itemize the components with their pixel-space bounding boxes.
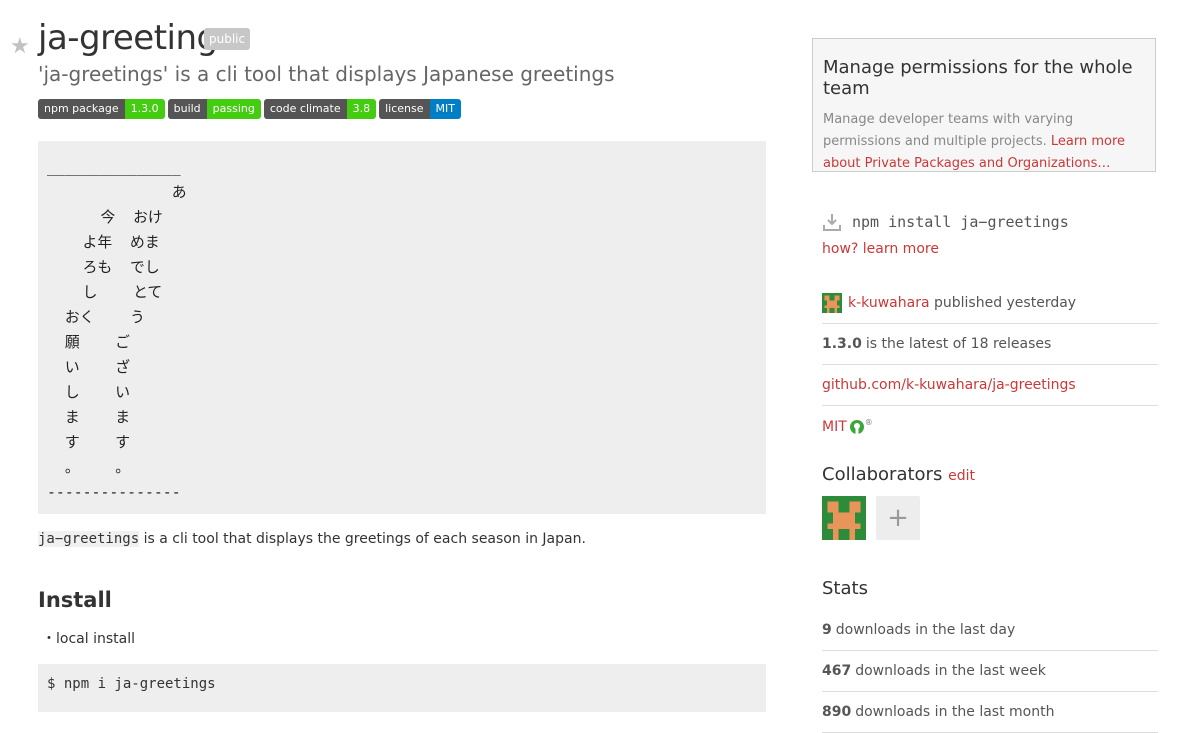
download-icon — [823, 214, 841, 231]
readme-summary: ja−greetings is a cli tool that displays… — [38, 531, 586, 547]
summary-text: is a cli tool that displays the greeting… — [139, 531, 586, 547]
badge-value: 1.3.0 — [124, 99, 165, 119]
install-command-text[interactable]: npm install ja−greetings — [852, 213, 1069, 231]
badge-value: passing — [206, 99, 261, 119]
downloads-label: downloads in the last week — [855, 663, 1046, 679]
add-collaborator-button[interactable]: + — [876, 496, 920, 540]
star-icon[interactable]: ★ — [10, 34, 30, 59]
summary-code: ja−greetings — [38, 531, 140, 547]
publisher-link[interactable]: k-kuwahara — [848, 295, 930, 311]
downloads-day-row: 9 downloads in the last day — [822, 610, 1158, 651]
license-link[interactable]: MIT — [822, 419, 847, 435]
registered-mark: ® — [864, 418, 873, 427]
downloads-month-row: 890 downloads in the last month — [822, 692, 1158, 733]
promo-box: Manage permissions for the whole team Ma… — [812, 38, 1156, 172]
badge-row: npm package 1.3.0 build passing code clima… — [38, 99, 461, 119]
install-command-row: npm install ja−greetings — [822, 212, 1069, 232]
how-learn-more-link[interactable]: how? learn more — [822, 241, 939, 257]
promo-text: Manage developer teams with varying perm… — [823, 109, 1145, 175]
collaborator-avatar[interactable] — [822, 496, 866, 540]
badge-label: license — [379, 99, 430, 119]
ascii-art: _______________ あ 今 おけ よ年 めま ろも でし し とて … — [47, 159, 187, 501]
downloads-week-row: 467 downloads in the last week — [822, 651, 1158, 692]
badge-label: npm package — [38, 99, 125, 119]
repository-link[interactable]: github.com/k-kuwahara/ja-greetings — [822, 377, 1076, 393]
build-badge[interactable]: build passing — [167, 99, 261, 119]
badge-value: MIT — [429, 99, 461, 119]
downloads-count: 890 — [822, 704, 852, 720]
published-text: published yesterday — [929, 295, 1077, 311]
promo-title: Manage permissions for the whole team — [823, 57, 1133, 99]
license-row: MIT ® — [822, 406, 1158, 447]
downloads-label: downloads in the last day — [835, 622, 1016, 638]
publisher-row: k-kuwahara published yesterday — [822, 283, 1158, 324]
open-source-icon — [849, 419, 864, 434]
edit-collaborators-link[interactable]: edit — [948, 468, 975, 484]
collaborators-heading: Collaborators edit — [822, 464, 975, 485]
badge-value: 3.8 — [346, 99, 377, 119]
promo-body: Manage developer teams with varying perm… — [823, 112, 1074, 149]
repository-row: github.com/k-kuwahara/ja-greetings — [822, 365, 1158, 406]
license-badge[interactable]: license MIT — [379, 99, 461, 119]
npm-version-badge[interactable]: npm package 1.3.0 — [38, 99, 165, 119]
install-list-item: ・local install — [42, 631, 135, 647]
package-description: 'ja-greetings' is a cli tool that displa… — [38, 62, 615, 86]
install-command: $ npm i ja-greetings — [47, 676, 216, 692]
downloads-count: 9 — [822, 622, 832, 638]
version-row: 1.3.0 is the latest of 18 releases — [822, 324, 1158, 365]
stats-heading: Stats — [822, 578, 868, 599]
version-text: is the latest of 18 releases — [865, 336, 1052, 352]
visibility-badge: public — [204, 28, 251, 50]
ascii-art-block: _______________ あ 今 おけ よ年 めま ろも でし し とて … — [38, 141, 766, 514]
publisher-avatar[interactable] — [822, 293, 842, 313]
downloads-label: downloads in the last month — [855, 704, 1055, 720]
downloads-count: 467 — [822, 663, 852, 679]
install-heading: Install — [38, 588, 112, 612]
code-climate-badge[interactable]: code climate 3.8 — [263, 99, 377, 119]
version-number: 1.3.0 — [822, 336, 862, 352]
install-code-block: $ npm i ja-greetings — [38, 664, 766, 712]
collaborators-title: Collaborators — [822, 464, 943, 485]
badge-label: build — [167, 99, 207, 119]
badge-label: code climate — [263, 99, 347, 119]
